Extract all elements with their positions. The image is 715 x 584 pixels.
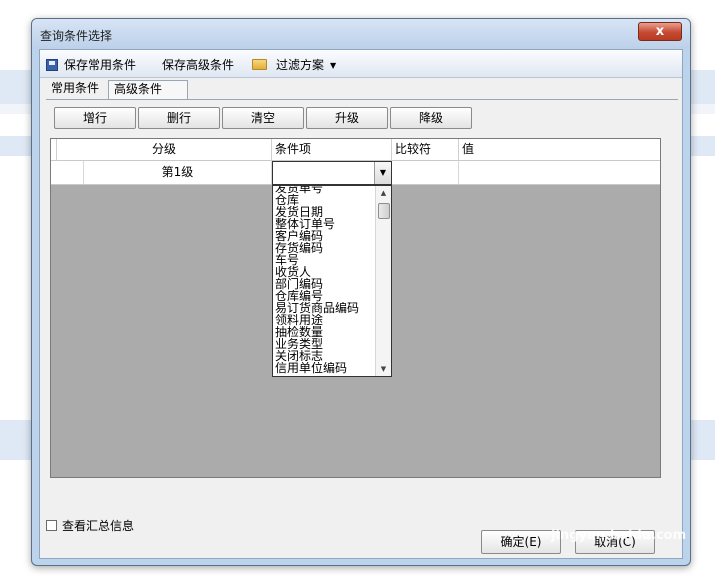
save-advanced-button[interactable]: 保存高级条件 (162, 57, 234, 73)
condition-field-select[interactable]: ▼ (272, 161, 392, 185)
filter-scheme-menu[interactable]: 过滤方案 ▼ (252, 57, 336, 73)
column-header-level[interactable]: 分级 (57, 139, 272, 161)
scroll-up-icon[interactable]: ▲ (376, 186, 391, 200)
dropdown-option[interactable]: 发货日期 (275, 206, 375, 218)
summary-label: 查看汇总信息 (62, 519, 135, 533)
dropdown-scrollbar[interactable]: ▲ ▼ (375, 186, 391, 376)
dropdown-option[interactable]: 部门编码 (275, 278, 375, 290)
show-summary-option[interactable]: 查看汇总信息 (46, 517, 134, 534)
conditions-grid: 分级 条件项 比较符 值 第1级 ▼ 发货单号 仓库 发货日期 整体订单号 客户编码 存货… (50, 138, 661, 478)
save-icon (46, 59, 58, 71)
toolbar: 保存常用条件 保存高级条件 过滤方案 ▼ (40, 50, 682, 78)
dropdown-option[interactable]: 存货编码 (275, 242, 375, 254)
dropdown-option[interactable]: 仓库编号 (275, 290, 375, 302)
condition-field-dropdown[interactable]: 发货单号 仓库 发货日期 整体订单号 客户编码 存货编码 车号 收货人 部门编码 仓库编号 易订货商… (272, 185, 392, 377)
column-header-operator[interactable]: 比较符 (392, 139, 459, 161)
grid-header: 分级 条件项 比较符 值 (51, 139, 660, 161)
save-common-label: 保存常用条件 (64, 58, 137, 72)
scroll-thumb[interactable] (378, 203, 390, 219)
filter-scheme-label: 过滤方案 (276, 58, 325, 72)
value-cell[interactable] (459, 161, 662, 184)
save-common-button[interactable]: 保存常用条件 (46, 57, 136, 73)
title-bar[interactable]: 查询条件选择 x (32, 19, 690, 49)
dropdown-option[interactable]: 客户编码 (275, 230, 375, 242)
dropdown-option[interactable]: 关闭标志 (275, 350, 375, 362)
dialog-body: 保存常用条件 保存高级条件 过滤方案 ▼ 常用条件 高级条件 增行 删行 清空 升… (39, 49, 683, 559)
row-selector[interactable] (51, 161, 84, 184)
save-advanced-label: 保存高级条件 (162, 58, 235, 72)
dropdown-option[interactable]: 易订货商品编码 (275, 302, 375, 314)
dropdown-option-list: 发货单号 仓库 发货日期 整体订单号 客户编码 存货编码 车号 收货人 部门编码 仓库编号 易订货商… (275, 186, 375, 374)
watermark: jingyan.baidu.com (551, 528, 687, 543)
downgrade-level-button[interactable]: 降级 (390, 107, 472, 129)
scroll-down-icon[interactable]: ▼ (376, 362, 391, 376)
dropdown-option[interactable]: 业务类型 (275, 338, 375, 350)
dropdown-option[interactable]: 信用单位编码 (275, 362, 375, 374)
close-button[interactable]: x (638, 22, 682, 41)
ok-button[interactable]: 确定(E) (481, 530, 561, 554)
dropdown-option[interactable]: 整体订单号 (275, 218, 375, 230)
level-cell[interactable]: 第1级 (84, 161, 272, 184)
folder-icon (252, 59, 267, 70)
summary-checkbox[interactable] (46, 520, 57, 531)
tab-common-conditions[interactable]: 常用条件 (46, 80, 108, 99)
dropdown-option[interactable]: 领料用途 (275, 314, 375, 326)
operator-cell[interactable] (392, 161, 459, 184)
clear-button[interactable]: 清空 (222, 107, 304, 129)
dropdown-option[interactable]: 抽检数量 (275, 326, 375, 338)
column-header-field[interactable]: 条件项 (272, 139, 392, 161)
dropdown-option[interactable]: 收货人 (275, 266, 375, 278)
dropdown-option[interactable]: 车号 (275, 254, 375, 266)
dropdown-arrow-button[interactable]: ▼ (374, 162, 391, 184)
upgrade-level-button[interactable]: 升级 (306, 107, 388, 129)
delete-row-button[interactable]: 删行 (138, 107, 220, 129)
dropdown-option[interactable]: 仓库 (275, 194, 375, 206)
dialog-title: 查询条件选择 (40, 29, 113, 43)
chevron-down-icon: ▼ (330, 61, 337, 70)
query-dialog: 查询条件选择 x 保存常用条件 保存高级条件 过滤方案 ▼ 常用条件 高级条件 增… (31, 18, 691, 566)
dropdown-option[interactable]: 发货单号 (275, 186, 375, 194)
add-row-button[interactable]: 增行 (54, 107, 136, 129)
tab-advanced-conditions[interactable]: 高级条件 (108, 80, 188, 99)
column-header-value[interactable]: 值 (459, 139, 662, 161)
